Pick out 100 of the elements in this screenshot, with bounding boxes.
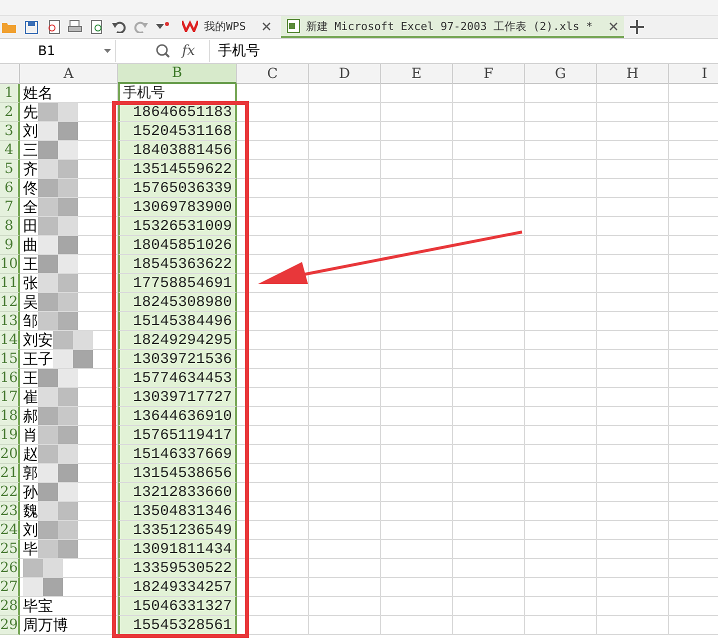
cell-text: 吴 — [23, 292, 38, 312]
close-icon[interactable] — [608, 22, 618, 30]
cell-text: 毕宝 — [23, 596, 53, 616]
mosaic-patch — [38, 483, 78, 501]
row-header[interactable]: 13 — [0, 312, 20, 331]
column-header[interactable]: D — [309, 64, 381, 84]
table-cell: 18249334257 — [118, 578, 237, 597]
row-header[interactable]: 22 — [0, 483, 20, 502]
row-header[interactable]: 8 — [0, 217, 20, 236]
mosaic-patch — [38, 426, 78, 444]
cell-text: 王子 — [23, 350, 53, 368]
column-header[interactable]: H — [597, 64, 669, 84]
mosaic-patch — [38, 369, 78, 387]
table-cell: 13644636910 — [118, 407, 237, 426]
cell-text: 姓名 — [23, 84, 53, 102]
table-cell: 13154538656 — [118, 464, 237, 483]
document-tab[interactable]: 新建 Microsoft Excel 97-2003 工作表 (2).xls * — [280, 16, 624, 38]
column-header[interactable]: A — [20, 64, 118, 84]
cell-reference: B1 — [38, 44, 56, 58]
save-icon[interactable] — [22, 18, 40, 36]
column-header[interactable]: G — [525, 64, 597, 84]
search-icon[interactable] — [156, 44, 170, 58]
row-header[interactable]: 27 — [0, 578, 20, 597]
mosaic-patch — [38, 255, 78, 273]
row-header[interactable]: 3 — [0, 122, 20, 141]
table-cell: 15326531009 — [118, 217, 237, 236]
formula-field[interactable]: 手机号 — [209, 40, 718, 62]
tab-label: 新建 Microsoft Excel 97-2003 工作表 (2).xls * — [306, 18, 593, 34]
table-cell: 15765119417 — [118, 426, 237, 445]
row-header[interactable]: 14 — [0, 331, 20, 350]
dropdown-icon[interactable] — [104, 49, 111, 53]
column-header[interactable]: C — [237, 64, 309, 84]
table-cell: 15545328561 — [118, 616, 237, 635]
row-header[interactable]: 5 — [0, 160, 20, 179]
row-header[interactable]: 16 — [0, 369, 20, 388]
name-box[interactable]: B1 — [0, 40, 116, 62]
table-cell: 18403881456 — [118, 141, 237, 160]
mosaic-patch — [23, 578, 63, 596]
row-header[interactable]: 2 — [0, 103, 20, 122]
cell-text: 孙 — [23, 482, 38, 502]
mosaic-patch — [38, 521, 78, 539]
row-header[interactable]: 23 — [0, 502, 20, 521]
cell-text: 曲 — [23, 236, 38, 254]
table-cell: 13212833660 — [118, 483, 237, 502]
row-header[interactable]: 20 — [0, 445, 20, 464]
table-cell: 15145384496 — [118, 312, 237, 331]
table-cell: 18545363622 — [118, 255, 237, 274]
table-cell: 13514559622 — [118, 160, 237, 179]
table-cell: 15765036339 — [118, 179, 237, 198]
row-header[interactable]: 25 — [0, 540, 20, 559]
table-cell: 15046331327 — [118, 597, 237, 616]
add-tab-icon[interactable] — [628, 18, 646, 36]
function-button[interactable]: fx — [182, 43, 196, 59]
table-cell: 13039717727 — [118, 388, 237, 407]
mosaic-patch — [38, 236, 78, 254]
cell-text: 齐 — [23, 160, 38, 178]
cell-text: 郭 — [23, 464, 38, 482]
table-cell: 15774634453 — [118, 369, 237, 388]
table-cell: 17758854691 — [118, 274, 237, 293]
row-header[interactable]: 17 — [0, 388, 20, 407]
cell-text: 全 — [23, 198, 38, 216]
cell-text: 先 — [23, 102, 38, 122]
mosaic-patch — [38, 141, 78, 159]
row-header[interactable]: 9 — [0, 236, 20, 255]
row-header[interactable]: 7 — [0, 198, 20, 217]
mosaic-patch — [38, 407, 78, 425]
column-header[interactable]: I — [669, 64, 718, 84]
row-header[interactable]: 29 — [0, 616, 20, 635]
column-header[interactable]: E — [381, 64, 453, 84]
row-header[interactable]: 28 — [0, 597, 20, 616]
table-cell: 13069783900 — [118, 198, 237, 217]
row-header[interactable]: 26 — [0, 559, 20, 578]
cell-text: 赵 — [23, 444, 38, 464]
cell-text: 毕 — [23, 540, 38, 558]
column-header[interactable]: F — [453, 64, 525, 84]
mosaic-patch — [38, 293, 78, 311]
column-header[interactable]: B — [118, 64, 237, 84]
mosaic-patch — [38, 312, 78, 330]
cell-text: 张 — [23, 274, 38, 292]
table-cell: 18045851026 — [118, 236, 237, 255]
cell-text: 魏 — [23, 502, 38, 520]
row-header[interactable]: 19 — [0, 426, 20, 445]
row-header[interactable]: 24 — [0, 521, 20, 540]
row-header[interactable]: 11 — [0, 274, 20, 293]
mosaic-patch — [38, 540, 78, 558]
tab-label: 我的WPS — [204, 18, 246, 34]
cell-text: 王 — [23, 368, 38, 388]
close-icon[interactable] — [262, 22, 271, 30]
table-cell: 13504831346 — [118, 502, 237, 521]
row-header[interactable]: 18 — [0, 407, 20, 426]
row-header[interactable]: 10 — [0, 255, 20, 274]
row-header[interactable]: 15 — [0, 350, 20, 369]
row-header[interactable]: 12 — [0, 293, 20, 312]
table-cell: 13359530522 — [118, 559, 237, 578]
cell-text: 佟 — [23, 178, 38, 198]
table-cell: 13351236549 — [118, 521, 237, 540]
row-header[interactable]: 4 — [0, 141, 20, 160]
row-header[interactable]: 6 — [0, 179, 20, 198]
row-header[interactable]: 21 — [0, 464, 20, 483]
row-header[interactable]: 1 — [0, 84, 20, 103]
